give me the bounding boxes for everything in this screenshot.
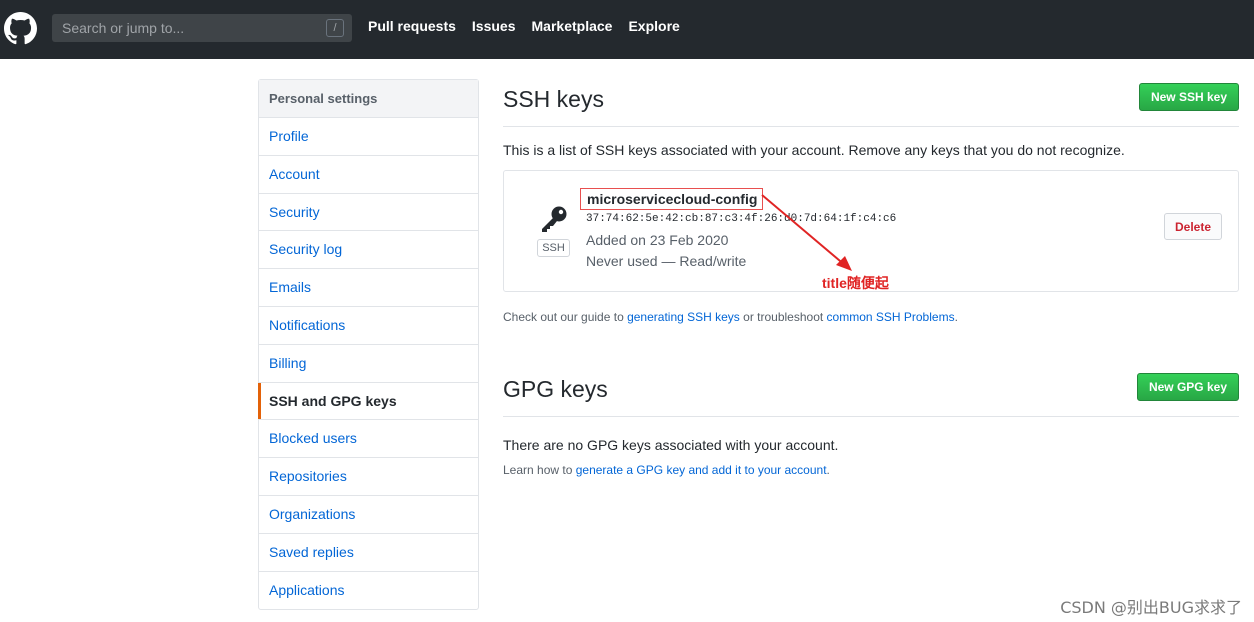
gpg-section-header: GPG keys New GPG key [503,369,1239,417]
sidebar-item-profile[interactable]: Profile [259,118,478,156]
top-nav: Pull requests Issues Marketplace Explore [368,18,680,34]
ssh-section-header: SSH keys New SSH key [503,79,1239,127]
sidebar-item-security[interactable]: Security [259,194,478,232]
guide-prefix: Check out our guide to [503,310,628,324]
nav-explore[interactable]: Explore [628,18,679,34]
sidebar-item-blocked-users[interactable]: Blocked users [259,420,478,459]
sidebar-title: Personal settings [259,80,478,118]
new-ssh-key-button[interactable]: New SSH key [1138,83,1239,111]
top-header: / Pull requests Issues Marketplace Explo… [0,0,1254,59]
new-gpg-key-button[interactable]: New GPG key [1136,373,1239,401]
generate-gpg-key-link[interactable]: generate a GPG key and add it to your ac… [576,463,827,477]
nav-issues[interactable]: Issues [472,18,516,34]
csdn-watermark: CSDN @别出BUG求求了 [1060,598,1242,617]
sidebar-item-repositories[interactable]: Repositories [259,458,478,496]
nav-marketplace[interactable]: Marketplace [532,18,613,34]
ssh-keys-title: SSH keys [503,86,604,112]
sidebar-item-emails[interactable]: Emails [259,269,478,307]
nav-pull-requests[interactable]: Pull requests [368,18,456,34]
sidebar-item-organizations[interactable]: Organizations [259,496,478,534]
sidebar-item-notifications[interactable]: Notifications [259,307,478,345]
learn-suffix: . [826,463,830,477]
annotation-text: title随便起 [822,275,889,291]
learn-prefix: Learn how to [503,463,576,477]
ssh-key-item: SSH microservicecloud-config 37:74:62:5e… [503,170,1239,292]
gpg-keys-title: GPG keys [503,376,608,402]
search-input[interactable] [60,19,320,37]
main-content: SSH keys New SSH key This is a list of S… [503,79,1239,477]
sidebar-item-security-log[interactable]: Security log [259,231,478,270]
settings-sidebar: Personal settings Profile Account Securi… [258,79,479,611]
generating-ssh-keys-link[interactable]: generating SSH keys [627,310,740,324]
sidebar-item-account[interactable]: Account [259,156,478,194]
sidebar-item-applications[interactable]: Applications [259,572,478,610]
ssh-description: This is a list of SSH keys associated wi… [503,142,1125,158]
gpg-learn-text: Learn how to generate a GPG key and add … [503,463,1239,477]
gpg-empty-text: There are no GPG keys associated with yo… [503,437,839,453]
sidebar-item-billing[interactable]: Billing [259,345,478,383]
github-logo-icon[interactable] [4,12,37,45]
guide-suffix: . [954,310,958,324]
sidebar-item-saved-replies[interactable]: Saved replies [259,534,478,572]
search-box[interactable]: / [52,14,352,42]
sidebar-item-ssh-gpg-keys[interactable]: SSH and GPG keys [258,382,478,421]
search-shortcut-key: / [326,19,344,37]
guide-middle: or troubleshoot [739,310,827,324]
common-ssh-problems-link[interactable]: common SSH Problems [827,310,955,324]
ssh-guide-text: Check out our guide to generating SSH ke… [503,310,1239,324]
